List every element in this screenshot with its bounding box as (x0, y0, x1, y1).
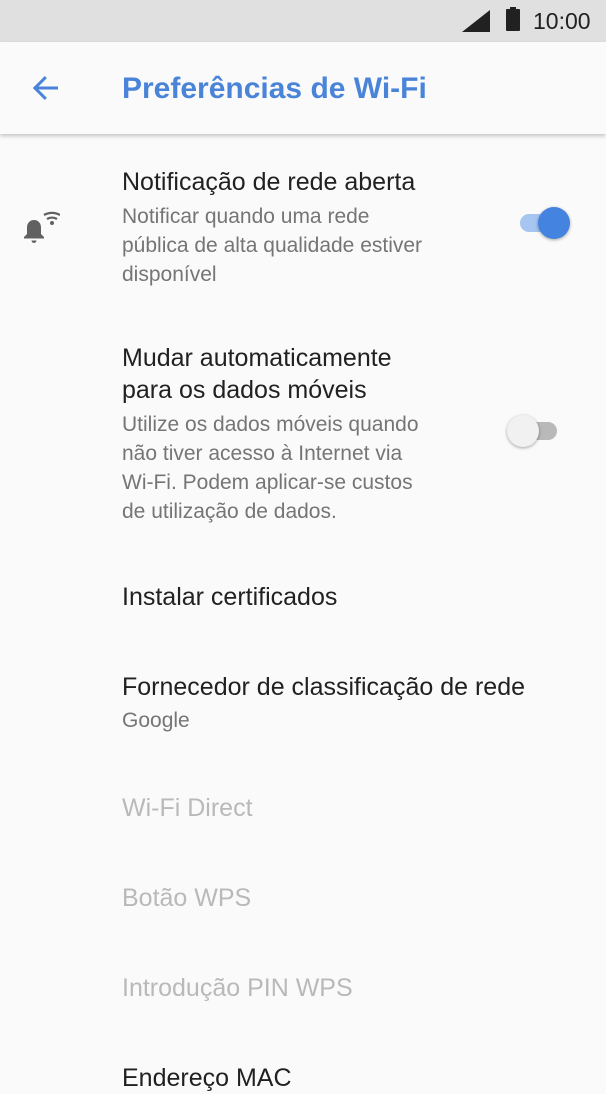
status-time: 10:00 (533, 8, 591, 34)
wifi-bell-icon (24, 211, 60, 243)
status-bar: 10:00 (0, 0, 606, 42)
pref-wps-button[interactable]: Botão WPS (122, 882, 251, 914)
pref-auto-switch-summary-line-1: Utilize os dados móveis quando (122, 413, 419, 436)
pref-open-network-summary-line-1: Notificar quando uma rede (122, 205, 370, 228)
pref-wps-pin[interactable]: Introdução PIN WPS (122, 972, 353, 1004)
battery-icon (506, 7, 520, 31)
pref-wifi-direct[interactable]: Wi-Fi Direct (122, 792, 253, 824)
auto-switch-toggle[interactable] (507, 413, 559, 449)
pref-auto-switch-summary-line-3: Wi-Fi. Podem aplicar-se custos (122, 471, 413, 494)
toggle-thumb (538, 207, 570, 239)
signal-icon (462, 10, 490, 32)
pref-network-rating-title: Fornecedor de classificação de rede (122, 673, 526, 701)
pref-install-certificates[interactable]: Instalar certificados (122, 581, 337, 613)
open-network-toggle[interactable] (518, 205, 570, 241)
app-bar: Preferências de Wi-Fi (0, 42, 606, 134)
pref-auto-switch-title-line-1: Mudar automaticamente (122, 344, 392, 372)
pref-open-network-summary-line-2: pública de alta qualidade estiver (122, 234, 423, 257)
toggle-thumb (507, 415, 539, 447)
pref-open-network-title: Notificação de rede aberta (122, 168, 416, 196)
pref-mac-address[interactable]: Endereço MAC (122, 1062, 292, 1094)
page-title: Preferências de Wi-Fi (122, 72, 427, 105)
pref-auto-switch-summary-line-2: não tiver acesso à Internet via (122, 442, 403, 465)
pref-network-rating-summary: Google (122, 709, 190, 732)
arrow-left-icon[interactable] (28, 70, 64, 106)
pref-auto-switch-title-line-2: para os dados móveis (122, 376, 367, 404)
pref-open-network-summary-line-3: disponível (122, 263, 217, 286)
pref-auto-switch-summary-line-4: de utilização de dados. (122, 500, 337, 523)
